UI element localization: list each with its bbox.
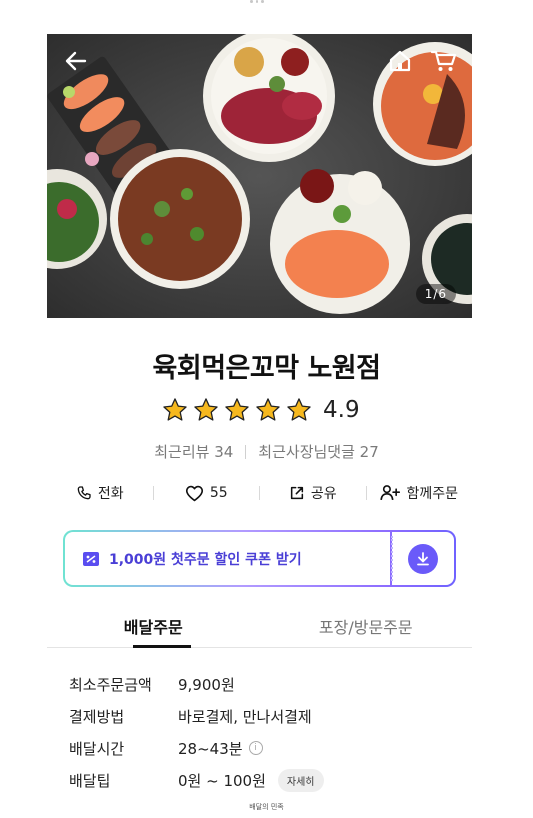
- hero-image[interactable]: 1/6: [47, 34, 472, 318]
- min-order-label: 최소주문금액: [69, 675, 152, 694]
- group-order-button[interactable]: 함께주문: [367, 483, 473, 503]
- arrow-left-icon: [65, 51, 87, 71]
- call-button[interactable]: 전화: [47, 483, 153, 503]
- star-icon: [256, 398, 280, 421]
- delivery-tip-group: 0원 ~ 100원 자세히: [178, 768, 324, 792]
- coupon-banner[interactable]: 1,000원 첫주문 할인 쿠폰 받기: [63, 530, 456, 587]
- share-button[interactable]: 공유: [260, 483, 366, 503]
- info-row-delivery-tip: 배달팁 0원 ~ 100원 자세히: [69, 764, 324, 796]
- delivery-time-group: 28~43분 i: [178, 738, 263, 759]
- divider: [245, 444, 247, 459]
- home-icon: [389, 50, 411, 72]
- coupon-icon: [83, 551, 99, 566]
- rating-value: 4.9: [323, 397, 360, 423]
- owner-comments-link[interactable]: 최근사장님댓글 27: [258, 441, 378, 462]
- share-label: 공유: [310, 486, 337, 502]
- star-icon: [163, 398, 187, 421]
- add-person-icon: [380, 485, 401, 501]
- coupon-text: 1,000원 첫주문 할인 쿠폰 받기: [109, 551, 302, 568]
- delivery-time-value: 28~43분: [178, 739, 243, 758]
- order-type-tabs: 배달주문 포장/방문주문: [47, 610, 472, 648]
- back-button[interactable]: [63, 48, 89, 74]
- recent-reviews-link[interactable]: 최근리뷰 34: [154, 441, 233, 462]
- tab-pickup[interactable]: 포장/방문주문: [260, 610, 473, 647]
- star-icon: [194, 398, 218, 421]
- phone-icon: [77, 486, 91, 500]
- status-dots: [250, 0, 265, 4]
- min-order-value: 9,900원: [178, 675, 235, 694]
- coupon-main[interactable]: 1,000원 첫주문 할인 쿠폰 받기: [63, 530, 390, 587]
- coupon-download-button[interactable]: [390, 530, 456, 587]
- footer-note: 배달의 민족: [249, 803, 284, 811]
- info-row-payment: 결제방법 바로결제, 만나서결제: [69, 700, 324, 732]
- cart-icon: [431, 50, 457, 71]
- call-label: 전화: [97, 486, 124, 502]
- share-icon: [290, 486, 303, 500]
- tab-delivery[interactable]: 배달주문: [47, 610, 260, 648]
- store-name: 육회먹은꼬막 노원점: [152, 353, 381, 384]
- info-row-min-order: 최소주문금액 9,900원: [69, 668, 324, 700]
- store-actions: 전화 55 공유 함께주문: [47, 482, 472, 504]
- like-count: 55: [209, 485, 228, 501]
- delivery-info: 최소주문금액 9,900원 결제방법 바로결제, 만나서결제 배달시간 28~4…: [69, 668, 324, 796]
- payment-value: 바로결제, 만나서결제: [178, 707, 312, 726]
- delivery-time-label: 배달시간: [69, 739, 125, 758]
- star-icon: [287, 398, 311, 421]
- delivery-tip-label: 배달팁: [69, 771, 111, 790]
- delivery-tip-value: 0원 ~ 100원: [178, 771, 266, 790]
- tip-detail-button[interactable]: 자세히: [277, 768, 324, 792]
- like-button[interactable]: 55: [154, 485, 260, 502]
- reviews-row: 최근리뷰 34 최근사장님댓글 27: [0, 441, 533, 462]
- food-photo: [47, 34, 472, 318]
- image-page-indicator: 1/6: [415, 284, 456, 304]
- info-icon[interactable]: i: [248, 741, 263, 755]
- download-icon: [417, 551, 429, 565]
- download-circle: [408, 543, 438, 574]
- home-button[interactable]: [387, 48, 413, 74]
- heart-icon: [185, 485, 203, 501]
- cart-button[interactable]: [431, 48, 457, 74]
- info-row-delivery-time: 배달시간 28~43분 i: [69, 732, 324, 764]
- group-order-label: 함께주문: [406, 486, 459, 502]
- star-icon: [225, 398, 249, 421]
- payment-label: 결제방법: [69, 707, 125, 726]
- rating-row[interactable]: 4.9: [162, 397, 360, 423]
